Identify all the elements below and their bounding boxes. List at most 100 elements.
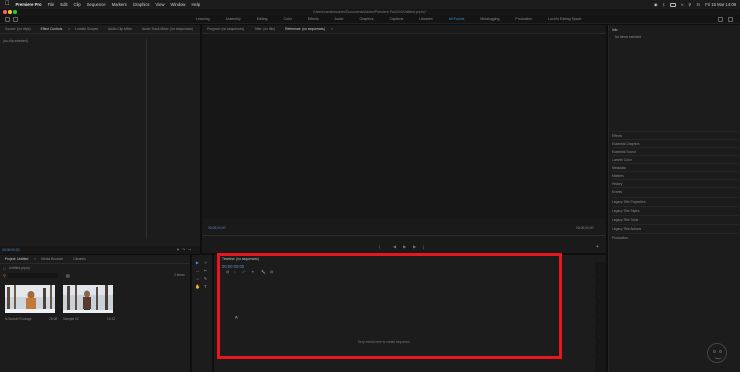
workspace-bar: Learning Assembly Editing Color Effects …	[0, 15, 740, 24]
workspace-tab[interactable]: Libraries	[411, 15, 440, 24]
settings-icon[interactable]: ↪	[188, 247, 191, 252]
bluetooth-icon[interactable]: ᛒ	[663, 0, 666, 9]
panel-metadata[interactable]: Metadata	[612, 163, 738, 171]
search-icon[interactable]: ⚲	[688, 0, 691, 9]
fullscreen-icon[interactable]	[728, 17, 733, 22]
import-icon[interactable]	[13, 17, 18, 22]
workspace-tab[interactable]: Metalogging	[472, 15, 507, 24]
info-title[interactable]: Info	[612, 28, 618, 32]
panel-essential-sound[interactable]: Essential Sound	[612, 147, 738, 155]
tab-reference[interactable]: Reference: (no sequences)	[280, 25, 330, 34]
panel-lumetri-color[interactable]: Lumetri Color	[612, 155, 738, 163]
workspace-tab[interactable]: Color	[276, 15, 300, 24]
clip-name: Sample 02	[63, 317, 79, 321]
workspace-tab[interactable]: Captions	[381, 15, 411, 24]
menu-edit[interactable]: Edit	[60, 0, 67, 9]
workspace-tab-active[interactable]: All Panels	[441, 15, 473, 24]
hand-icon[interactable]: ✋	[195, 284, 200, 289]
clip-thumbnail[interactable]	[63, 285, 113, 313]
workspace-tab[interactable]: Assembly	[218, 15, 249, 24]
mark-out-icon[interactable]: }	[423, 244, 424, 249]
menu-app[interactable]: Premiere Pro	[16, 0, 42, 9]
source-tabs: Source: (no clips) Effect Controls ≡ Lum…	[0, 25, 200, 34]
program-timecode-left[interactable]: 00;00;00;00	[208, 226, 225, 230]
menubar-datetime[interactable]: Fri 15 Mar 14:09	[705, 0, 736, 9]
project-search-input[interactable]	[8, 273, 58, 278]
step-forward-icon[interactable]: ▶	[413, 244, 416, 249]
razor-icon[interactable]: ✂	[203, 268, 208, 273]
clip-thumbnail[interactable]	[5, 285, 55, 313]
menu-clip[interactable]: Clip	[74, 0, 81, 9]
tab-audio-track-mixer[interactable]: Audio Track Mixer: (no sequences)	[137, 25, 198, 34]
play-icon[interactable]: ▶	[403, 244, 406, 249]
wifi-icon[interactable]: ≈	[681, 0, 683, 9]
type-tool-icon[interactable]: T	[203, 284, 208, 289]
menu-sequence[interactable]: Sequence	[87, 0, 106, 9]
mark-in-icon[interactable]: {	[379, 244, 380, 249]
panel-history[interactable]: History	[612, 179, 738, 187]
tab-lumetri-scopes[interactable]: Lumetri Scopes	[70, 25, 103, 34]
panel-markers[interactable]: Markers	[612, 171, 738, 179]
workspace-tab[interactable]: Learning	[188, 15, 218, 24]
watermark-logo-icon	[707, 343, 727, 363]
workspace-tab[interactable]: Audio	[327, 15, 352, 24]
panel-events[interactable]: Events	[612, 187, 738, 195]
selection-tool-icon[interactable]: ▶	[195, 260, 200, 265]
apple-icon[interactable]: 	[5, 0, 10, 9]
battery-icon[interactable]	[670, 2, 677, 7]
slip-icon[interactable]: ⇔	[195, 276, 200, 281]
pen-icon[interactable]: ✎	[203, 276, 208, 281]
step-back-icon[interactable]: ◀	[393, 244, 396, 249]
panel-legacy-title-styles[interactable]: Legacy Title Styles	[612, 206, 738, 214]
tab-titler[interactable]: Titler: (no title)	[249, 25, 280, 34]
menu-markers[interactable]: Markers	[112, 0, 127, 9]
new-bin-icon[interactable]: ▤	[66, 273, 70, 278]
workspace-tab[interactable]: Effects	[300, 15, 327, 24]
thumbnail-image	[5, 285, 55, 313]
track-select-icon[interactable]: »	[203, 260, 208, 265]
menu-file[interactable]: File	[48, 0, 55, 9]
panel-production[interactable]: Production	[612, 233, 738, 241]
workspace-tab[interactable]: Luchi's Editing Space	[540, 15, 589, 24]
mac-menubar:  Premiere Pro File Edit Clip Sequence M…	[0, 0, 740, 9]
project-file-name: Untitled.prproj	[9, 266, 30, 270]
tab-project[interactable]: Project: Untitled	[0, 255, 33, 264]
panel-legacy-title-actions[interactable]: Legacy Title Actions	[612, 224, 738, 232]
control-center-icon[interactable]: ☷	[697, 0, 701, 9]
tab-menu-icon[interactable]: ≡	[331, 27, 333, 31]
clip-duration: 10:12	[107, 317, 116, 321]
folder-icon: □	[3, 266, 6, 271]
tab-effect-controls[interactable]: Effect Controls	[36, 25, 68, 34]
info-empty-text: No items selected	[615, 35, 642, 39]
panel-legacy-title-tools[interactable]: Legacy Title Tools	[612, 215, 738, 223]
effect-controls-divider[interactable]	[146, 39, 147, 239]
panel-essential-graphics[interactable]: Essential Graphics	[612, 139, 738, 147]
add-button-icon[interactable]: +	[596, 244, 599, 250]
playhead-bar[interactable]	[202, 235, 606, 236]
menu-graphics[interactable]: Graphics	[133, 0, 150, 9]
project-panel: Project: Untitled ≡ Media Browser Librar…	[0, 255, 190, 372]
tab-media-browser[interactable]: Media Browser	[36, 255, 68, 264]
panel-effects[interactable]: Effects	[612, 131, 738, 139]
ripple-edit-icon[interactable]: ↔	[195, 268, 200, 273]
menu-help[interactable]: Help	[191, 0, 200, 9]
creative-cloud-icon[interactable]: ◉	[654, 0, 658, 9]
video-viewport[interactable]	[202, 34, 606, 219]
source-footer: 00:00:00:00 ▼ ↷ ↪	[0, 246, 200, 254]
tab-audio-clip-mixer[interactable]: Audio Clip Mixer	[103, 25, 137, 34]
search-icon[interactable]: ⚲	[3, 273, 6, 278]
tab-libraries[interactable]: Libraries	[68, 255, 91, 264]
workspace-tab[interactable]: Editing	[249, 15, 276, 24]
quick-export-icon[interactable]	[718, 17, 723, 22]
menu-view[interactable]: View	[156, 0, 165, 9]
source-timecode[interactable]: 00:00:00:00	[2, 248, 19, 252]
tab-program[interactable]: Program: (no sequences)	[202, 25, 249, 34]
panel-legacy-title-properties[interactable]: Legacy Title Properties	[612, 197, 738, 205]
workspace-tab[interactable]: Graphics	[351, 15, 381, 24]
menu-window[interactable]: Window	[171, 0, 186, 9]
home-icon[interactable]	[5, 17, 10, 22]
workspace-tab[interactable]: Production	[507, 15, 540, 24]
tab-source[interactable]: Source: (no clips)	[0, 25, 36, 34]
export-frame-icon[interactable]: ↷	[182, 247, 185, 252]
filter-icon[interactable]: ▼	[176, 247, 180, 252]
